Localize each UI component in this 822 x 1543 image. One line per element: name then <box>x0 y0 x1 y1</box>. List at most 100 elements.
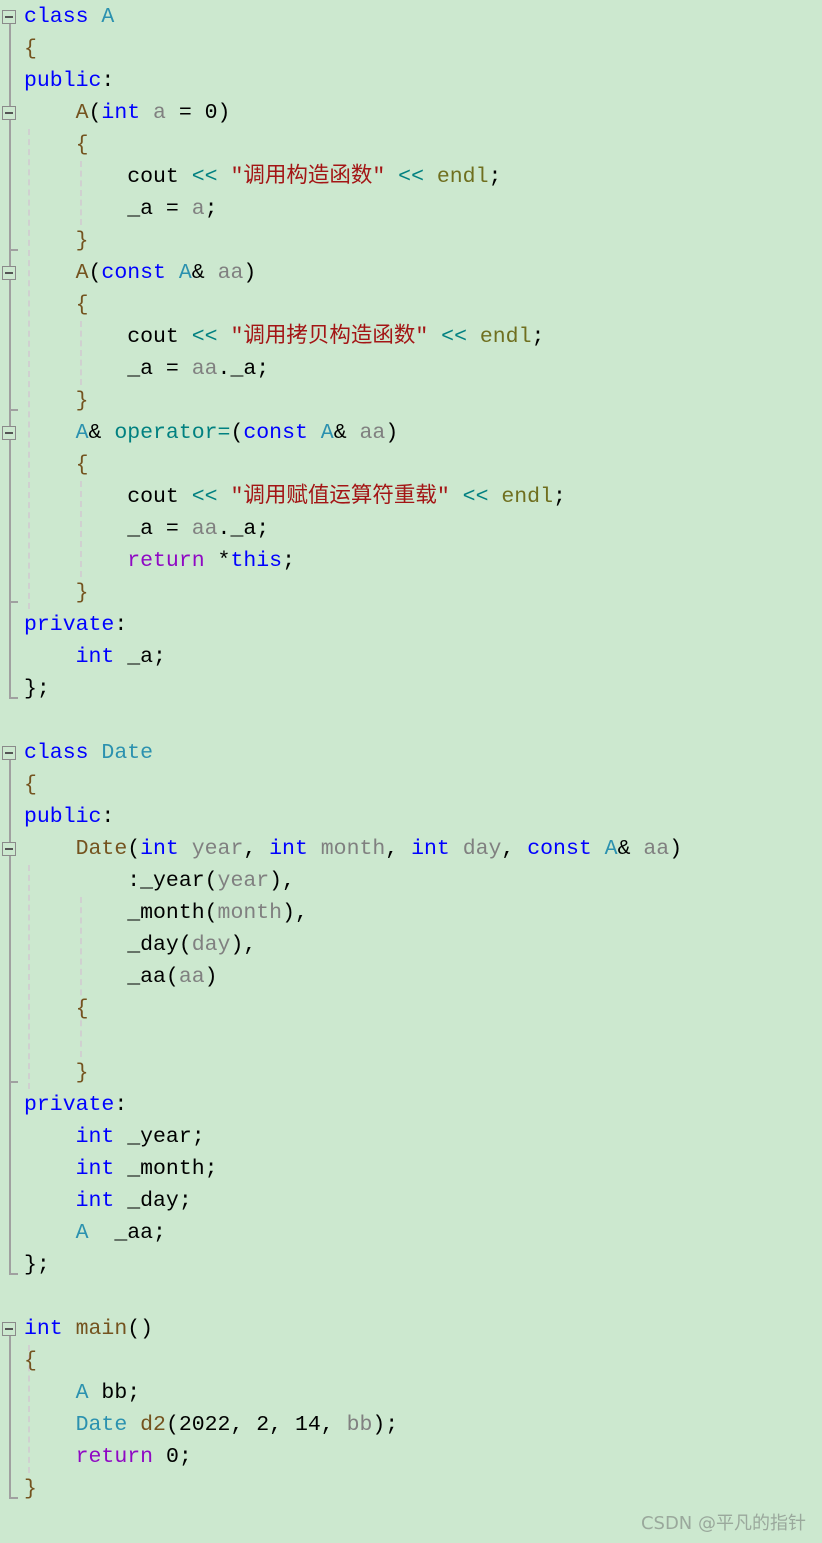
code-token: operator= <box>114 421 231 445</box>
code-editor[interactable]: class A{public: A(int a = 0) { cout << "… <box>0 0 822 1543</box>
code-line: int _year; <box>24 1121 205 1153</box>
code-line: } <box>24 577 89 609</box>
code-token: ) <box>243 261 257 285</box>
code-token: _month( <box>24 901 218 925</box>
code-token: _day( <box>24 933 192 957</box>
fold-toggle-icon[interactable] <box>2 266 16 280</box>
code-token: aa <box>217 261 244 285</box>
code-token: : <box>101 69 115 93</box>
fold-toggle-icon[interactable] <box>2 1322 16 1336</box>
code-token: : <box>114 613 128 637</box>
code-line: _a = aa._a; <box>24 513 269 545</box>
code-token: ) <box>204 965 218 989</box>
code-token: } <box>75 1061 89 1085</box>
code-token: } <box>24 1477 37 1501</box>
fold-region-end <box>9 601 18 603</box>
code-token: << <box>191 165 231 189</box>
code-token: & <box>333 421 360 445</box>
code-token: private <box>24 613 115 637</box>
fold-toggle-icon[interactable] <box>2 10 16 24</box>
code-token: , <box>501 837 528 861</box>
code-token: ( <box>88 101 102 125</box>
fold-toggle-icon[interactable] <box>2 106 16 120</box>
code-line: _a = a; <box>24 193 218 225</box>
code-token: Date <box>75 837 128 861</box>
code-line: { <box>24 1345 37 1377</box>
code-line: }; <box>24 673 50 705</box>
code-token: } <box>75 581 89 605</box>
code-line: { <box>24 129 89 161</box>
code-token: day <box>191 933 231 957</box>
code-line: class A <box>24 1 114 33</box>
code-token: Date <box>101 741 154 765</box>
code-token: A <box>75 101 89 125</box>
code-token: "调用赋值运算符重载" <box>230 485 450 509</box>
code-token: _day; <box>127 1189 192 1213</box>
code-token: A <box>75 421 89 445</box>
code-token: int <box>75 1125 128 1149</box>
code-line: } <box>24 1473 37 1505</box>
code-line: private: <box>24 1089 127 1121</box>
code-token: year <box>191 837 244 861</box>
code-line: return 0; <box>24 1441 192 1473</box>
code-token: int <box>24 1317 76 1341</box>
code-token: int <box>75 645 128 669</box>
code-line: int main() <box>24 1313 153 1345</box>
watermark: CSDN @平凡的指针 <box>640 1513 806 1534</box>
code-token: << <box>385 165 437 189</box>
code-token: & <box>617 837 644 861</box>
code-line: int _month; <box>24 1153 218 1185</box>
code-token: , <box>243 837 270 861</box>
code-token: _aa; <box>88 1221 166 1245</box>
code-line: A(const A& aa) <box>24 257 257 289</box>
fold-toggle-icon[interactable] <box>2 746 16 760</box>
code-token: ), <box>269 869 295 893</box>
code-token: int <box>75 1157 128 1181</box>
code-token: aa <box>178 965 205 989</box>
code-token: day <box>462 837 502 861</box>
code-token: main <box>75 1317 128 1341</box>
code-token: const <box>527 837 605 861</box>
code-token: cout <box>24 165 192 189</box>
fold-toggle-icon[interactable] <box>2 426 16 440</box>
code-token: "调用构造函数" <box>230 165 386 189</box>
fold-region-line <box>9 753 11 1273</box>
code-token: :_year( <box>24 869 218 893</box>
code-token: (2022, 2, 14, <box>165 1413 347 1437</box>
code-token: ), <box>230 933 257 957</box>
code-token: year <box>217 869 270 893</box>
code-token: private <box>24 1093 115 1117</box>
code-token: { <box>75 453 89 477</box>
code-line: cout << "调用赋值运算符重载" << endl; <box>24 481 566 513</box>
code-token: _aa( <box>24 965 179 989</box>
code-token: ) <box>385 421 399 445</box>
fold-region-end <box>9 1081 18 1083</box>
code-token: ); <box>372 1413 399 1437</box>
code-token: aa <box>191 357 218 381</box>
code-token: cout <box>24 485 192 509</box>
code-token: ._a; <box>217 517 270 541</box>
code-token: ) <box>669 837 683 861</box>
code-line: Date(int year, int month, int day, const… <box>24 833 682 865</box>
code-token: ; <box>204 197 218 221</box>
code-token: << <box>428 325 480 349</box>
code-line: A(int a = 0) <box>24 97 231 129</box>
code-token: ), <box>282 901 308 925</box>
fold-toggle-icon[interactable] <box>2 842 16 856</box>
code-token: { <box>24 1349 37 1373</box>
code-token: int <box>269 837 321 861</box>
code-line: _a = aa._a; <box>24 353 269 385</box>
fold-region-end <box>9 1273 18 1275</box>
code-token: { <box>24 773 37 797</box>
code-token: ; <box>552 485 566 509</box>
code-line: A& operator=(const A& aa) <box>24 417 399 449</box>
code-token: A <box>178 261 192 285</box>
